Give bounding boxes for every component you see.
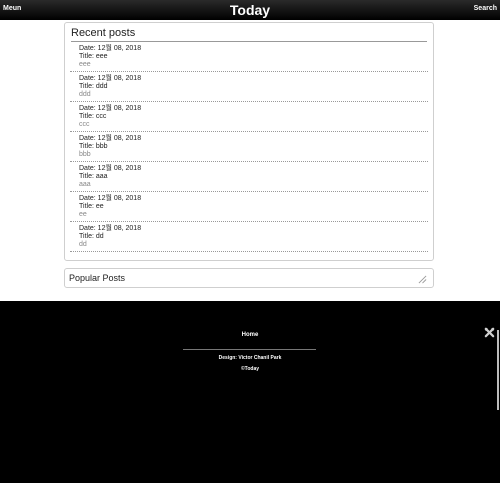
post-item[interactable]: Date: 12월 08, 2018 Title: ddd ddd bbox=[70, 72, 428, 102]
post-title[interactable]: Title: eee bbox=[79, 53, 428, 61]
recent-posts-heading: Recent posts bbox=[71, 27, 427, 42]
search-button[interactable]: Search bbox=[474, 5, 497, 12]
footer: Home Design: Victor Chanil Park ©Today bbox=[0, 301, 500, 483]
post-title[interactable]: Title: aaa bbox=[79, 173, 428, 181]
post-excerpt: ee bbox=[79, 211, 87, 218]
post-date: Date: 12월 08, 2018 bbox=[79, 195, 142, 202]
post-date: Date: 12월 08, 2018 bbox=[79, 105, 142, 112]
footer-copyright: ©Today bbox=[240, 366, 260, 372]
post-excerpt: aaa bbox=[79, 181, 91, 188]
post-title[interactable]: Title: bbb bbox=[79, 143, 428, 151]
footer-design-credit: Design: Victor Chanil Park bbox=[218, 355, 282, 361]
footer-divider bbox=[183, 349, 316, 350]
scrollbar-edge[interactable] bbox=[497, 330, 499, 410]
tools-icon[interactable] bbox=[484, 327, 495, 338]
post-date: Date: 12월 08, 2018 bbox=[79, 135, 142, 142]
post-item[interactable]: Date: 12월 08, 2018 Title: bbb bbb bbox=[70, 132, 428, 162]
site-title[interactable]: Today bbox=[0, 0, 500, 20]
post-item[interactable]: Date: 12월 08, 2018 Title: dd dd bbox=[70, 222, 428, 252]
recent-posts-panel: Recent posts Date: 12월 08, 2018 Title: e… bbox=[64, 22, 434, 261]
top-bar: Meun Today Search bbox=[0, 0, 500, 20]
post-title[interactable]: Title: ee bbox=[79, 203, 428, 211]
post-item[interactable]: Date: 12월 08, 2018 Title: aaa aaa bbox=[70, 162, 428, 192]
post-excerpt: eee bbox=[79, 61, 91, 68]
post-item[interactable]: Date: 12월 08, 2018 Title: ee ee bbox=[70, 192, 428, 222]
post-date: Date: 12월 08, 2018 bbox=[79, 75, 142, 82]
post-title[interactable]: Title: dd bbox=[79, 233, 428, 241]
post-title[interactable]: Title: ccc bbox=[79, 113, 428, 121]
post-excerpt: bbb bbox=[79, 151, 91, 158]
popular-posts-label: Popular Posts bbox=[69, 273, 126, 283]
post-excerpt: ddd bbox=[79, 91, 91, 98]
post-date: Date: 12월 08, 2018 bbox=[79, 45, 142, 52]
post-date: Date: 12월 08, 2018 bbox=[79, 225, 142, 232]
post-date: Date: 12월 08, 2018 bbox=[79, 165, 142, 172]
resize-grip-icon[interactable] bbox=[418, 275, 427, 284]
post-item[interactable]: Date: 12월 08, 2018 Title: ccc ccc bbox=[70, 102, 428, 132]
post-item[interactable]: Date: 12월 08, 2018 Title: eee eee bbox=[70, 42, 428, 72]
post-title[interactable]: Title: ddd bbox=[79, 83, 428, 91]
footer-home-link[interactable]: Home bbox=[0, 332, 500, 338]
popular-posts-panel[interactable]: Popular Posts bbox=[64, 268, 434, 288]
post-excerpt: ccc bbox=[79, 121, 90, 128]
post-excerpt: dd bbox=[79, 241, 87, 248]
